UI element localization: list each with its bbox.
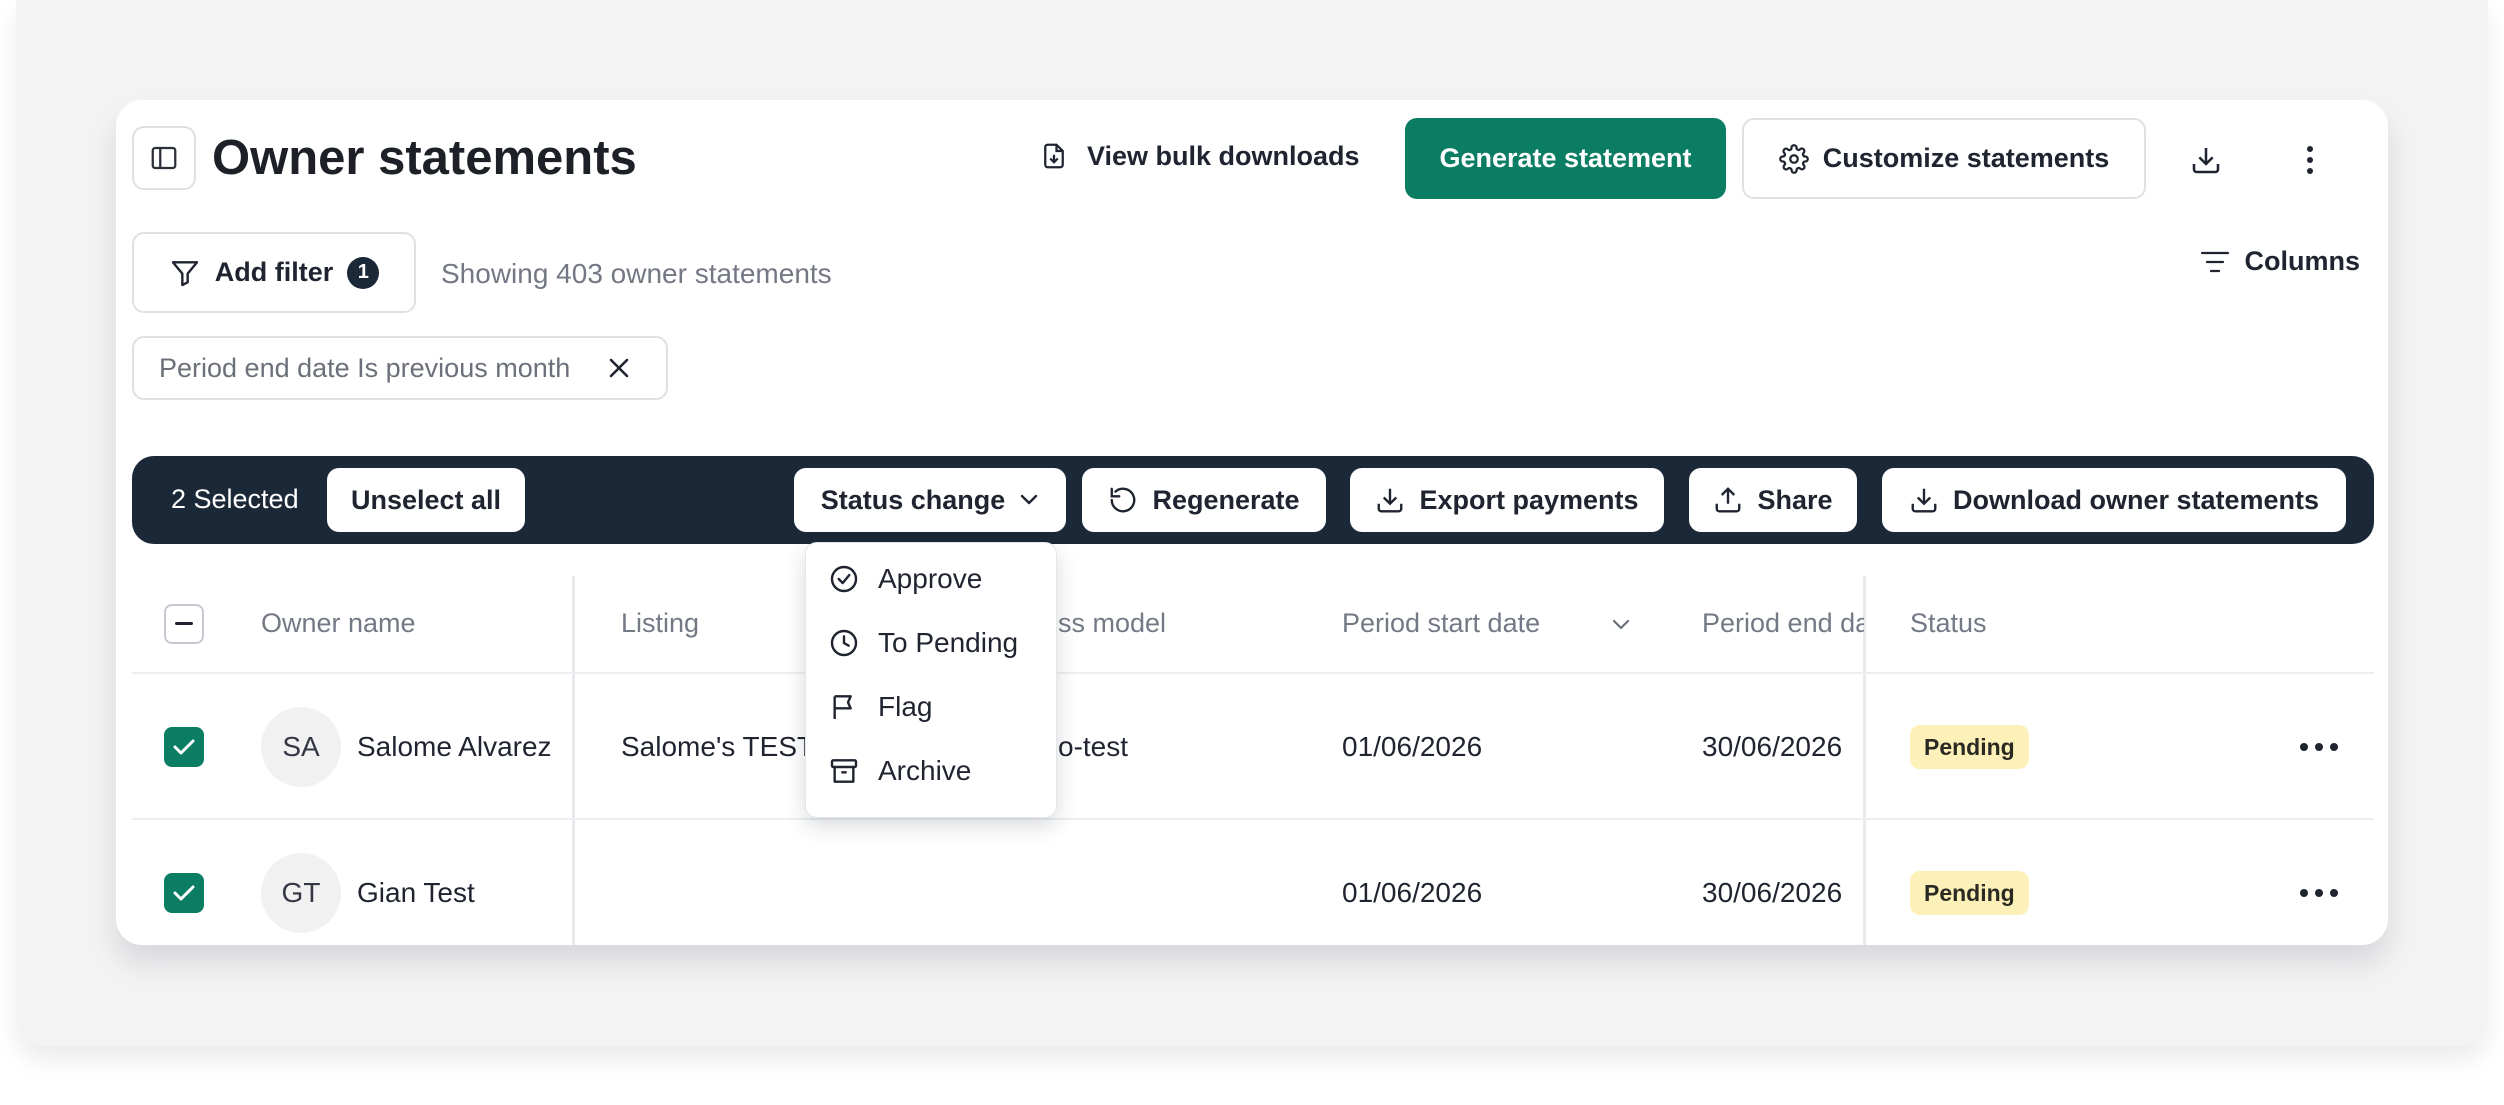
share-button[interactable]: Share bbox=[1689, 468, 1857, 532]
listing-cell: Salome's TEST bbox=[621, 731, 815, 762]
status-badge: Pending bbox=[1910, 725, 2029, 769]
filter-chip-label: Period end date Is previous month bbox=[159, 352, 571, 383]
view-bulk-downloads-label: View bulk downloads bbox=[1087, 140, 1360, 171]
download-owner-statements-button[interactable]: Download owner statements bbox=[1882, 468, 2346, 532]
column-header-listing[interactable]: Listing bbox=[621, 608, 699, 639]
status-change-button[interactable]: Status change bbox=[794, 468, 1066, 532]
archive-box-icon bbox=[828, 755, 860, 787]
column-header-period-end-date[interactable]: Period end dat bbox=[1702, 608, 1864, 639]
columns-sort-lines-icon bbox=[2200, 249, 2230, 275]
download-icon-button[interactable] bbox=[2184, 138, 2228, 182]
file-download-icon bbox=[1039, 139, 1069, 173]
period-end-cell: 30/06/2026 bbox=[1702, 877, 1843, 908]
business-model-cell: o-test bbox=[1058, 731, 1129, 762]
regenerate-button[interactable]: Regenerate bbox=[1082, 468, 1326, 532]
avatar: SA bbox=[261, 707, 341, 787]
menu-item-label: Archive bbox=[878, 755, 972, 786]
column-header-period-start-date[interactable]: Period start date bbox=[1342, 608, 1540, 639]
check-icon bbox=[172, 737, 196, 757]
flag-icon bbox=[828, 691, 860, 723]
menu-item-flag[interactable]: Flag bbox=[828, 691, 932, 723]
export-payments-button[interactable]: Export payments bbox=[1350, 468, 1664, 532]
share-label: Share bbox=[1757, 484, 1833, 515]
regenerate-label: Regenerate bbox=[1152, 484, 1300, 515]
owner-statements-card: Owner statements View bulk downloads Gen… bbox=[116, 100, 2388, 945]
gear-icon bbox=[1778, 143, 1809, 174]
check-circle-icon bbox=[828, 563, 860, 595]
table-row[interactable]: SA Salome Alvarez Salome's TEST o-test 0… bbox=[132, 674, 2374, 820]
menu-item-label: Flag bbox=[878, 691, 933, 722]
page-title: Owner statements bbox=[212, 131, 637, 185]
sort-chevron-down-icon[interactable] bbox=[1611, 618, 1631, 637]
customize-statements-button[interactable]: Customize statements bbox=[1742, 118, 2146, 199]
chevron-down-icon bbox=[1019, 493, 1039, 507]
menu-item-label: To Pending bbox=[878, 627, 1019, 658]
table-row[interactable]: GT Gian Test 01/06/2026 30/06/2026 Pendi… bbox=[132, 820, 2374, 945]
filter-funnel-icon bbox=[169, 257, 201, 289]
owner-name-cell: Gian Test bbox=[357, 877, 475, 908]
row-checkbox[interactable] bbox=[164, 727, 204, 767]
vertical-dots-icon bbox=[2305, 145, 2315, 175]
status-change-menu: Approve To Pending Flag Archive bbox=[805, 542, 1057, 818]
period-end-cell: 30/06/2026 bbox=[1702, 731, 1843, 762]
table-header-row: Owner name Listing ss model Period start… bbox=[132, 578, 2374, 674]
column-header-owner-name[interactable]: Owner name bbox=[261, 608, 416, 639]
filter-count-badge: 1 bbox=[347, 256, 380, 289]
share-upload-icon bbox=[1713, 485, 1743, 515]
view-bulk-downloads-button[interactable]: View bulk downloads bbox=[1039, 139, 1360, 173]
column-header-business-model[interactable]: ss model bbox=[1058, 608, 1166, 639]
period-start-cell: 01/06/2026 bbox=[1342, 877, 1483, 908]
export-payments-label: Export payments bbox=[1419, 484, 1639, 515]
bulk-actions-bar: 2 Selected Unselect all Status change Re… bbox=[132, 456, 2374, 544]
clock-icon bbox=[828, 627, 860, 659]
menu-item-approve[interactable]: Approve bbox=[828, 563, 982, 595]
columns-button[interactable]: Columns bbox=[2200, 246, 2360, 277]
columns-label: Columns bbox=[2244, 246, 2360, 276]
refresh-icon bbox=[1108, 485, 1138, 515]
menu-item-label: Approve bbox=[878, 563, 983, 594]
column-header-status[interactable]: Status bbox=[1910, 608, 1987, 639]
download-icon bbox=[1375, 485, 1405, 515]
close-icon[interactable] bbox=[608, 357, 630, 379]
status-change-label: Status change bbox=[820, 484, 1006, 515]
row-actions-dots-icon[interactable] bbox=[2300, 743, 2338, 751]
check-icon bbox=[172, 883, 196, 903]
status-badge: Pending bbox=[1910, 871, 2029, 915]
owner-name-cell: Salome Alvarez bbox=[357, 731, 552, 762]
active-filter-chip[interactable]: Period end date Is previous month bbox=[132, 336, 668, 400]
period-start-cell: 01/06/2026 bbox=[1342, 731, 1483, 762]
sidebar-toggle-button[interactable] bbox=[132, 126, 196, 190]
customize-statements-label: Customize statements bbox=[1822, 143, 2110, 173]
download-icon bbox=[2190, 144, 2222, 176]
more-options-button[interactable] bbox=[2288, 138, 2332, 182]
select-all-checkbox[interactable] bbox=[164, 604, 204, 644]
avatar: GT bbox=[261, 853, 341, 933]
generate-statement-button[interactable]: Generate statement bbox=[1405, 118, 1726, 199]
row-checkbox[interactable] bbox=[164, 873, 204, 913]
minus-icon bbox=[175, 622, 193, 626]
selected-count-text: 2 Selected bbox=[171, 484, 299, 514]
menu-item-to-pending[interactable]: To Pending bbox=[828, 627, 1018, 659]
results-count-text: Showing 403 owner statements bbox=[441, 258, 832, 289]
unselect-all-button[interactable]: Unselect all bbox=[327, 468, 525, 532]
download-owner-statements-label: Download owner statements bbox=[1952, 484, 2320, 515]
sidebar-panel-icon bbox=[149, 143, 179, 173]
menu-item-archive[interactable]: Archive bbox=[828, 755, 971, 787]
download-icon bbox=[1909, 485, 1939, 515]
row-actions-dots-icon[interactable] bbox=[2300, 889, 2338, 897]
add-filter-label: Add filter bbox=[214, 257, 334, 287]
add-filter-button[interactable]: Add filter 1 bbox=[132, 232, 416, 313]
